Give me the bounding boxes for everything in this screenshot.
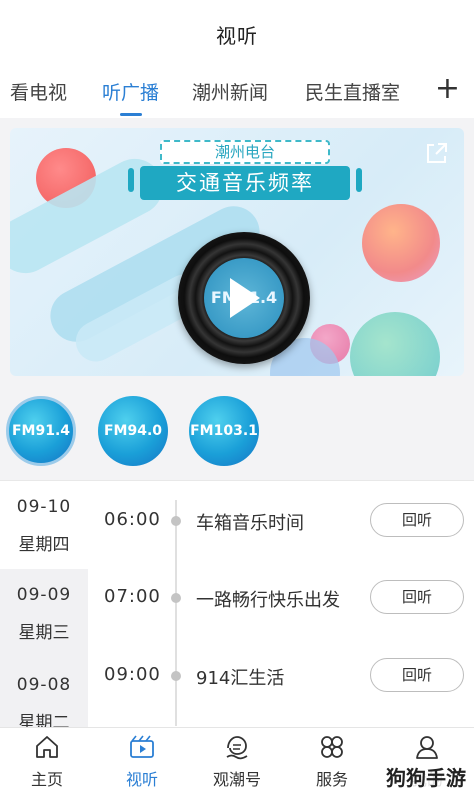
tab-listen-radio[interactable]: 听广播 — [102, 78, 159, 105]
replay-button[interactable]: 回听 — [370, 503, 464, 537]
grid-icon — [321, 736, 343, 758]
date-item[interactable]: 09-10 星期四 — [0, 487, 88, 563]
weekday-label: 星期三 — [18, 623, 70, 643]
program-name: 车箱音乐时间 — [196, 513, 304, 534]
share-icon[interactable] — [424, 140, 450, 166]
station-label: 潮州电台 — [160, 140, 330, 164]
program-name: 914汇生活 — [196, 668, 285, 689]
program-row: 06:00 车箱音乐时间 回听 — [88, 501, 474, 541]
top-bar: 视听 — [0, 0, 474, 68]
timeline-dot — [171, 671, 181, 681]
timeline-dot — [171, 593, 181, 603]
date-list: 09-10 星期四 09-09 星期三 09-08 星期二 — [0, 481, 88, 727]
radio-banner[interactable]: 潮州电台 交通音乐频率 FM91.4 — [10, 128, 464, 376]
decorative-bubble — [350, 312, 440, 376]
program-time: 09:00 — [104, 664, 161, 685]
tab-livelihood-studio[interactable]: 民生直播室 — [305, 78, 400, 105]
vinyl-disc[interactable]: FM91.4 — [178, 232, 310, 364]
nav-media[interactable]: 视听 — [95, 728, 189, 794]
date-item[interactable]: 09-09 星期三 — [0, 575, 88, 651]
frequency-button-fm1031[interactable]: FM103.1 — [189, 396, 259, 466]
nav-home[interactable]: 主页 — [0, 728, 94, 794]
program-name: 一路畅行快乐出发 — [196, 590, 340, 611]
add-tab-button[interactable]: + — [435, 72, 460, 106]
category-tabs: 看电视 听广播 潮州新闻 民生直播室 — [0, 68, 474, 118]
frequency-button-fm940[interactable]: FM94.0 — [98, 396, 168, 466]
date-item[interactable]: 09-08 星期二 — [0, 665, 88, 727]
date-label: 09-09 — [16, 585, 72, 605]
decorative-bubble — [362, 204, 440, 282]
frequency-list: FM91.4 FM94.0 FM103.1 — [0, 396, 474, 470]
channel-name: 交通音乐频率 — [140, 166, 350, 200]
wave-icon — [226, 736, 248, 760]
watermark-text: 狗狗手游 — [384, 762, 468, 791]
page-title: 视听 — [216, 23, 258, 48]
weekday-label: 星期四 — [18, 535, 70, 555]
frequency-button-fm914[interactable]: FM91.4 — [6, 396, 76, 466]
program-row: 07:00 一路畅行快乐出发 回听 — [88, 578, 474, 618]
date-label: 09-08 — [16, 675, 72, 695]
tab-watch-tv[interactable]: 看电视 — [10, 78, 67, 105]
timeline-dot — [171, 516, 181, 526]
user-icon — [416, 736, 438, 759]
nav-label: 主页 — [30, 770, 63, 789]
date-label: 09-10 — [16, 497, 72, 517]
nav-label: 服务 — [315, 770, 348, 789]
tab-chaozhou-news[interactable]: 潮州新闻 — [192, 78, 268, 105]
nav-label: 观潮号 — [212, 770, 261, 789]
program-time: 07:00 — [104, 586, 161, 607]
replay-button[interactable]: 回听 — [370, 658, 464, 692]
nav-label: 视听 — [125, 770, 158, 789]
decorative-bar — [356, 168, 362, 192]
nav-guanchao[interactable]: 观潮号 — [190, 728, 284, 794]
program-time: 06:00 — [104, 509, 161, 530]
video-icon — [130, 735, 154, 758]
play-icon[interactable] — [230, 278, 260, 318]
weekday-label: 星期二 — [18, 713, 70, 727]
program-row: 09:00 914汇生活 回听 — [88, 656, 474, 696]
station-header: 潮州电台 交通音乐频率 — [128, 140, 362, 204]
home-icon — [36, 736, 58, 758]
decorative-bar — [128, 168, 134, 192]
replay-button[interactable]: 回听 — [370, 580, 464, 614]
active-tab-indicator — [120, 113, 142, 116]
nav-services[interactable]: 服务 — [285, 728, 379, 794]
